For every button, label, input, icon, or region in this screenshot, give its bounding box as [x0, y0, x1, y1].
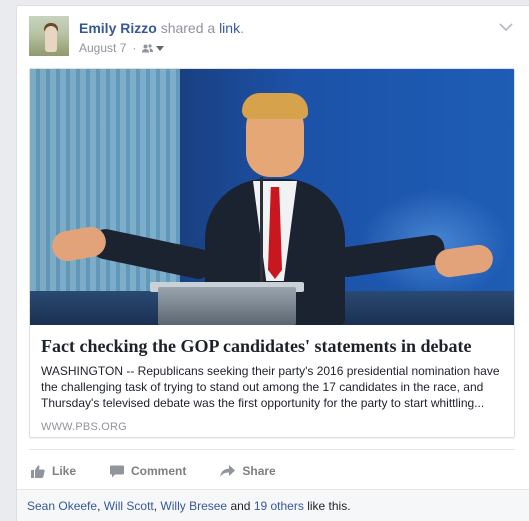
photo-podium: [158, 287, 296, 325]
likes-and: and: [227, 499, 254, 513]
photo-hair: [242, 93, 308, 119]
author-punct: .: [240, 20, 244, 36]
comment-button[interactable]: Comment: [110, 464, 186, 478]
friends-icon[interactable]: [142, 43, 165, 53]
news-feed-post: Emily Rizzo shared a link. August 7 · Fa…: [16, 5, 529, 521]
post-actions: Like Comment Share: [17, 456, 518, 486]
comment-label: Comment: [131, 464, 187, 478]
post-date[interactable]: August 7: [79, 41, 126, 55]
share-arrow-icon: [220, 465, 236, 477]
likes-separator: ,: [97, 499, 104, 513]
author-name[interactable]: Emily Rizzo: [79, 20, 157, 36]
caret-down-icon[interactable]: [156, 45, 165, 51]
link-text-block[interactable]: Fact checking the GOP candidates' statem…: [30, 325, 514, 437]
author-verb: shared a: [160, 20, 216, 36]
avatar-figure: [45, 26, 57, 52]
link-domain: WWW.PBS.ORG: [41, 421, 127, 433]
like-button[interactable]: Like: [31, 464, 76, 478]
actions-divider: [29, 449, 515, 450]
link-description-line: Thursday's televised debate was the firs…: [41, 396, 485, 410]
link-description: WASHINGTON -- Republicans seeking their …: [41, 363, 504, 411]
avatar[interactable]: [29, 16, 69, 56]
share-label: Share: [242, 464, 276, 478]
likes-others-link[interactable]: 19 others: [254, 499, 304, 513]
link-title[interactable]: Fact checking the GOP candidates' statem…: [41, 335, 504, 357]
comment-icon: [110, 465, 125, 477]
liker-link[interactable]: Will Scott: [104, 499, 154, 513]
liker-link[interactable]: Willy Bresee: [160, 499, 227, 513]
link-description-line: the challenging task of trying to stand …: [41, 380, 484, 394]
photo-microphone: [260, 177, 263, 287]
link-attachment[interactable]: Fact checking the GOP candidates' statem…: [29, 68, 515, 438]
chevron-down-icon[interactable]: [499, 22, 513, 32]
likes-suffix: like this.: [303, 499, 351, 513]
link-preview-image[interactable]: [30, 69, 514, 325]
share-button[interactable]: Share: [220, 464, 276, 478]
link-description-line: WASHINGTON -- Republicans seeking their …: [41, 364, 500, 378]
likes-summary: Sean Okeefe, Will Scott, Willy Bresee an…: [17, 489, 529, 521]
like-label: Like: [52, 464, 77, 478]
post-header: Emily Rizzo shared a link. August 7 ·: [29, 16, 517, 58]
post-meta: August 7 ·: [79, 41, 165, 55]
meta-separator: ·: [132, 41, 137, 55]
liker-link[interactable]: Sean Okeefe: [27, 499, 97, 513]
thumbs-up-icon: [31, 464, 45, 478]
shared-object-link[interactable]: link: [219, 20, 240, 36]
author-line: Emily Rizzo shared a link.: [79, 20, 244, 36]
